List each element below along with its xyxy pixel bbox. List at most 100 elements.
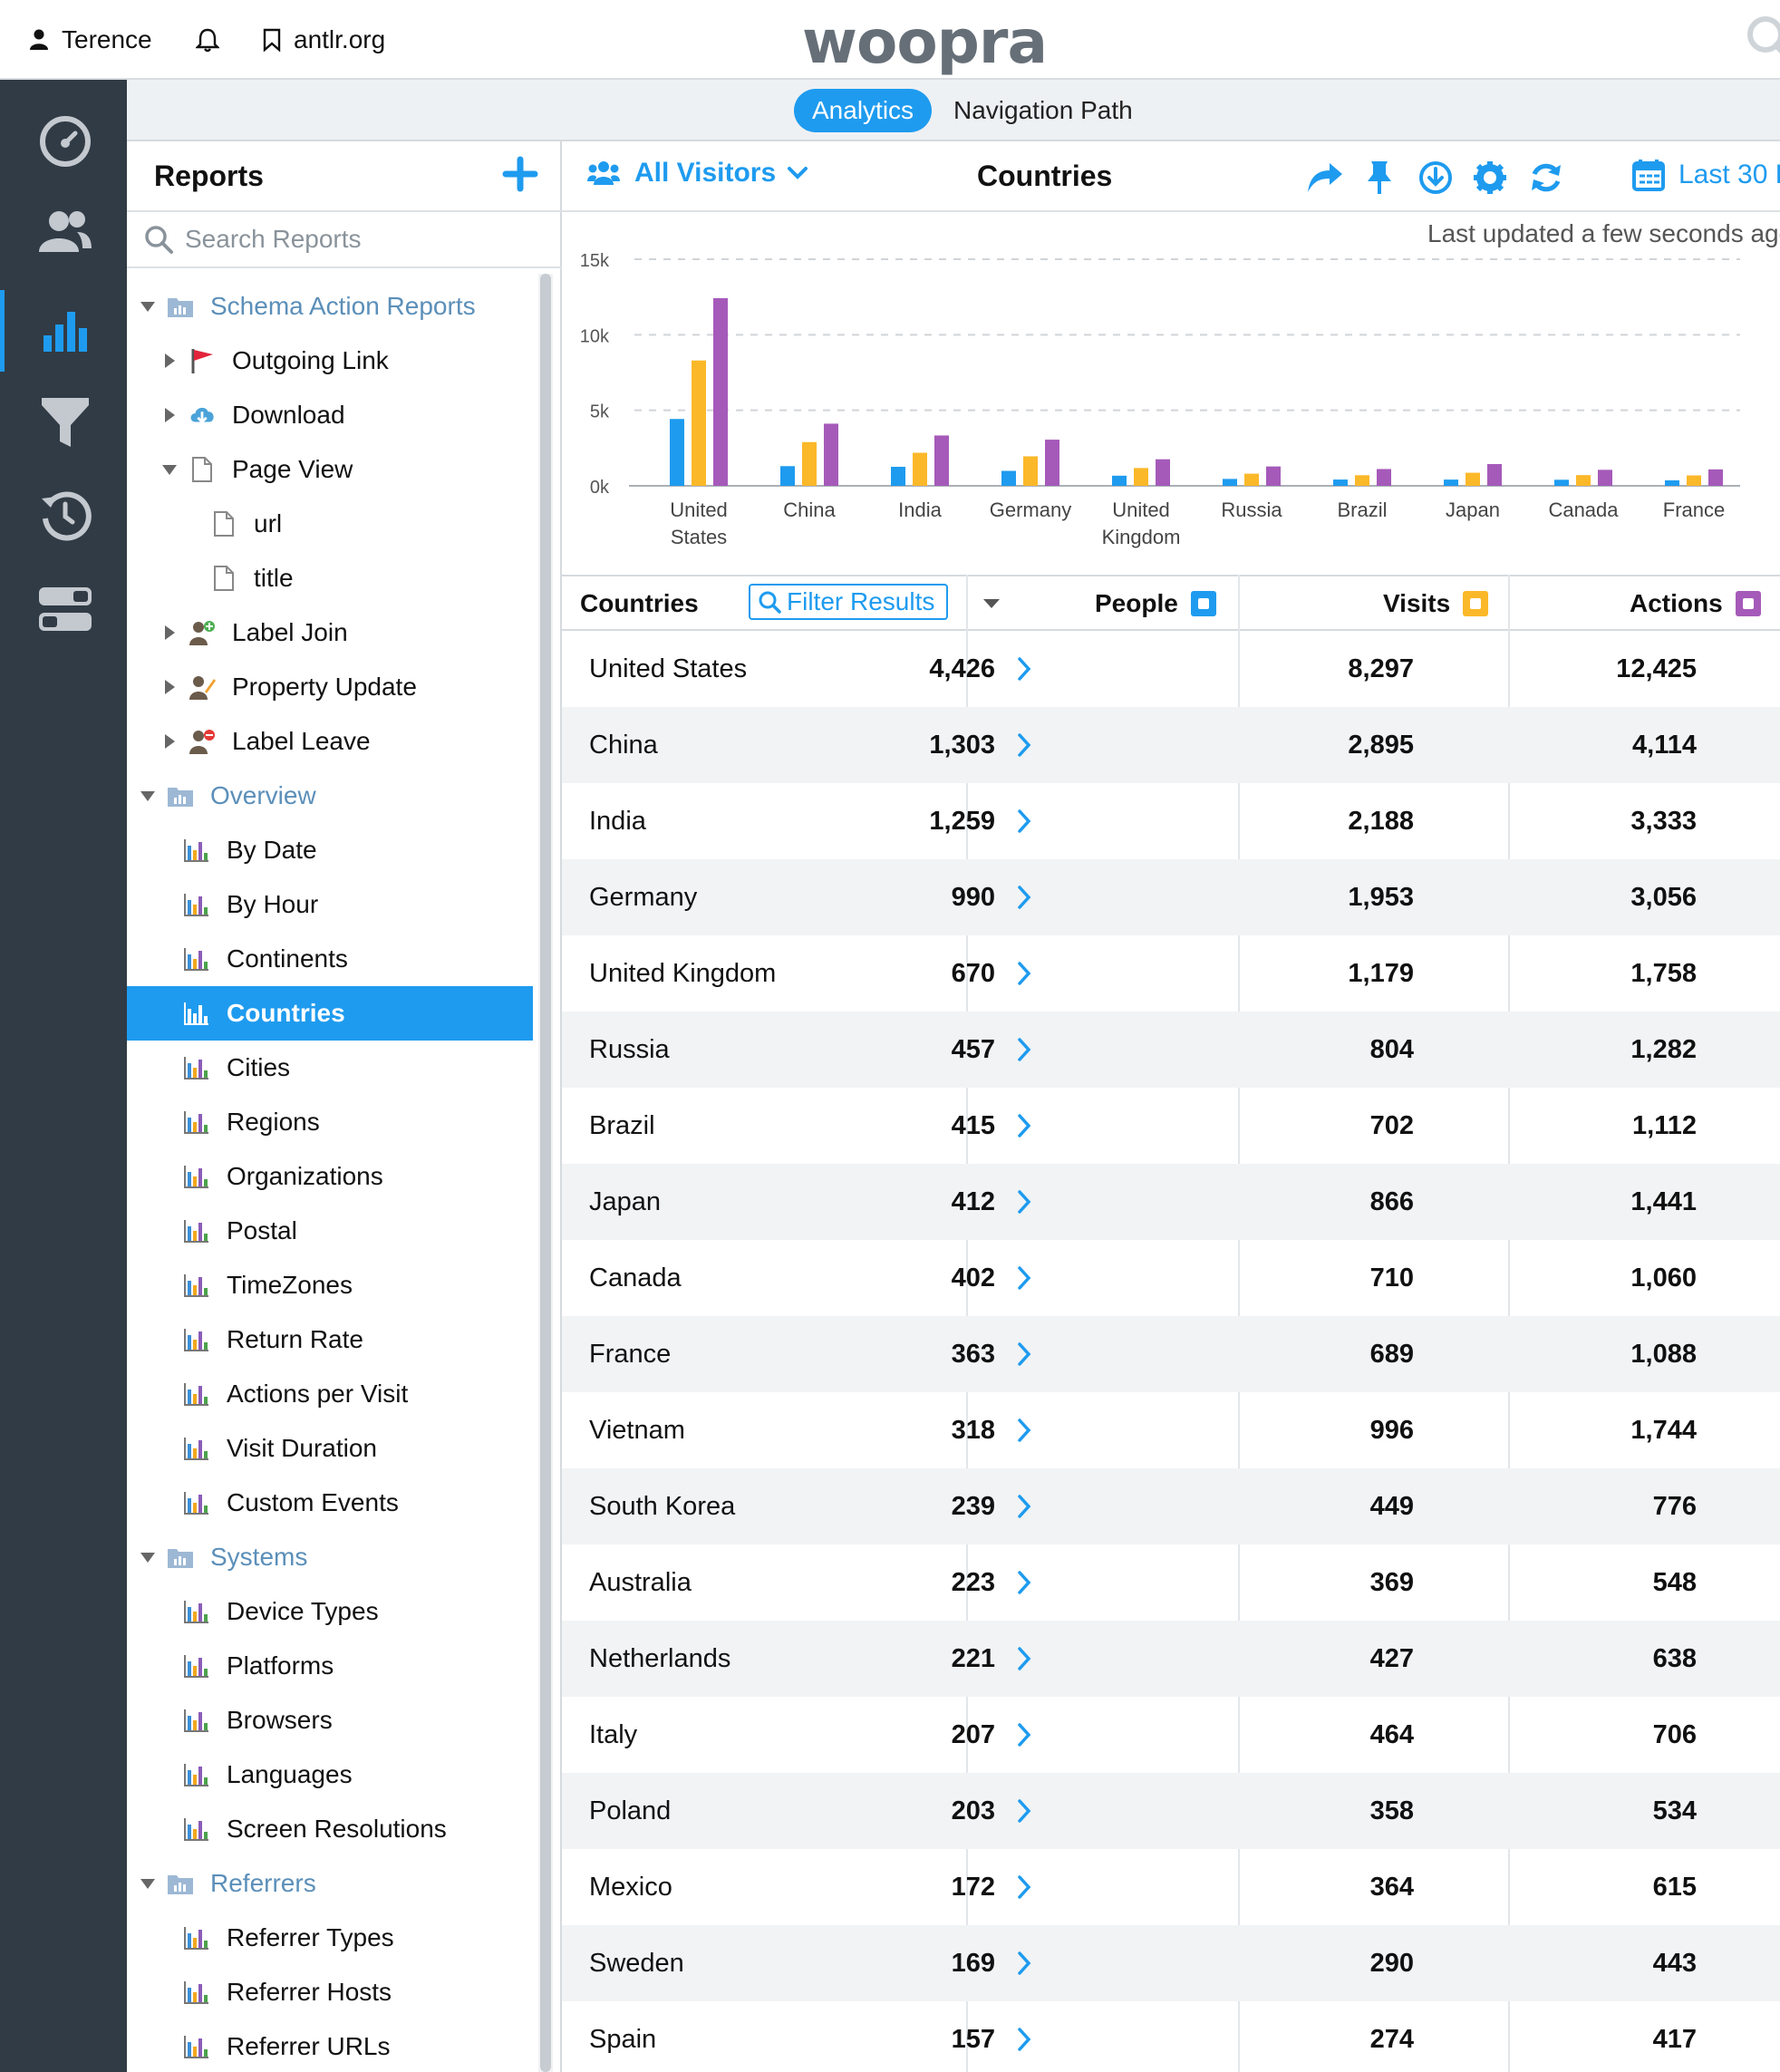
table-row[interactable]: Australia 223 369 548 [562,1544,1780,1621]
tab-analytics[interactable]: Analytics [794,89,933,132]
chart-bar-actions[interactable] [713,297,728,486]
notifications-button[interactable] [196,22,232,58]
chart-bar-actions[interactable] [824,423,838,486]
tree-item-by-hour[interactable]: By Hour [127,877,533,932]
tree-item-regions[interactable]: Regions [127,1095,533,1149]
date-range-picker[interactable]: Last 30 Days [1631,158,1780,192]
chart-bar-visits[interactable] [913,452,927,486]
table-row[interactable]: Spain 157 274 417 [562,2001,1780,2072]
table-row[interactable]: Russia 457 804 1,282 [562,1012,1780,1088]
search-reports-input[interactable] [185,225,529,254]
country-name[interactable]: Sweden [589,1925,684,2001]
chart-bar-visits[interactable] [1576,475,1591,486]
chart-bar-visits[interactable] [1687,475,1701,486]
chart-bar-people[interactable] [1001,470,1016,487]
caret-right-icon[interactable] [161,353,178,369]
country-name[interactable]: France [589,1316,671,1392]
tree-item-outgoing-link[interactable]: Outgoing Link [127,334,533,388]
table-row[interactable]: Japan 412 866 1,441 [562,1164,1780,1240]
tree-item-page-view[interactable]: Page View [127,442,533,497]
chart-bar-people[interactable] [1554,479,1569,486]
share-button[interactable] [1305,158,1345,198]
chart-bar-actions[interactable] [1708,469,1723,486]
chart-bar-actions[interactable] [1156,459,1170,486]
chart-bar-actions[interactable] [1377,469,1391,486]
chevron-right-icon[interactable] [1015,1265,1033,1291]
rail-people[interactable] [36,203,94,261]
caret-down-icon[interactable] [161,461,178,478]
chart-bar-people[interactable] [1665,479,1679,486]
actions-series-toggle[interactable] [1735,591,1761,616]
tree-item-referrer-types[interactable]: Referrer Types [127,1911,533,1965]
table-row[interactable]: Germany 990 1,953 3,056 [562,859,1780,935]
tree-item-actions-per-visit[interactable]: Actions per Visit [127,1367,533,1421]
column-visits[interactable]: Visits [1383,576,1489,631]
chart-bar-actions[interactable] [1598,470,1612,486]
country-name[interactable]: Canada [589,1240,682,1316]
chevron-right-icon[interactable] [1015,1341,1033,1367]
tree-item-organizations[interactable]: Organizations [127,1149,533,1204]
chevron-right-icon[interactable] [1015,1037,1033,1062]
country-name[interactable]: Australia [589,1544,692,1621]
chevron-right-icon[interactable] [1015,808,1033,834]
tree-item-property-update[interactable]: Property Update [127,660,533,714]
table-row[interactable]: China 1,303 2,895 4,114 [562,707,1780,783]
reports-scrollbar-thumb[interactable] [540,274,551,2072]
chart-bar-people[interactable] [1223,479,1237,486]
tree-item-languages[interactable]: Languages [127,1748,533,1802]
chart-bar-people[interactable] [780,466,795,486]
tree-item-browsers[interactable]: Browsers [127,1693,533,1748]
country-name[interactable]: China [589,707,658,783]
rail-funnels[interactable] [36,393,94,451]
country-name[interactable]: Japan [589,1164,661,1240]
column-countries[interactable]: Countries [580,576,699,631]
chevron-right-icon[interactable] [1015,1418,1033,1443]
country-name[interactable]: Vietnam [589,1392,685,1468]
country-name[interactable]: Mexico [589,1849,672,1925]
refresh-button[interactable] [1526,158,1566,198]
tree-item-custom-events[interactable]: Custom Events [127,1476,533,1530]
column-people[interactable]: People [1095,576,1216,631]
chart-bar-actions[interactable] [1266,466,1281,486]
people-series-toggle[interactable] [1190,591,1216,616]
chart-bar-people[interactable] [1333,479,1348,486]
chart-bar-actions[interactable] [1045,440,1059,486]
chevron-right-icon[interactable] [1015,1951,1033,1976]
country-name[interactable]: India [589,783,646,859]
settings-button[interactable] [1470,158,1510,198]
table-row[interactable]: Canada 402 710 1,060 [562,1240,1780,1316]
chart-bar-people[interactable] [1112,475,1127,486]
rail-analytics[interactable] [36,301,94,359]
country-name[interactable]: United Kingdom [589,935,776,1012]
sort-toggle[interactable] [982,576,1001,631]
table-row[interactable]: India 1,259 2,188 3,333 [562,783,1780,859]
visits-series-toggle[interactable] [1463,591,1489,616]
tree-item-continents[interactable]: Continents [127,932,533,986]
table-row[interactable]: Vietnam 318 996 1,744 [562,1392,1780,1468]
export-button[interactable] [1416,158,1456,198]
chart-bar-actions[interactable] [934,435,949,486]
tree-item-label-join[interactable]: Label Join [127,605,533,660]
table-row[interactable]: Mexico 172 364 615 [562,1849,1780,1925]
country-name[interactable]: Germany [589,859,697,935]
tree-item-platforms[interactable]: Platforms [127,1639,533,1693]
country-name[interactable]: Spain [589,2001,656,2072]
country-name[interactable]: Italy [589,1697,637,1773]
tree-item-referrer-hosts[interactable]: Referrer Hosts [127,1965,533,2019]
tree-item-screen-resolutions[interactable]: Screen Resolutions [127,1802,533,1856]
country-name[interactable]: Brazil [589,1088,655,1164]
user-menu[interactable]: Terence [29,22,152,58]
rail-dashboard[interactable] [36,112,94,170]
table-row[interactable]: Netherlands 221 427 638 [562,1621,1780,1697]
chevron-right-icon[interactable] [1015,961,1033,986]
table-row[interactable]: United Kingdom 670 1,179 1,758 [562,935,1780,1012]
chevron-right-icon[interactable] [1015,885,1033,910]
table-row[interactable]: France 363 689 1,088 [562,1316,1780,1392]
table-row[interactable]: Brazil 415 702 1,112 [562,1088,1780,1164]
caret-down-icon[interactable] [140,788,156,804]
tree-group-systems[interactable]: Systems [127,1530,533,1584]
chart-bar-visits[interactable] [692,360,706,486]
chevron-right-icon[interactable] [1015,1798,1033,1824]
column-actions[interactable]: Actions [1630,576,1761,631]
tree-item-device-types[interactable]: Device Types [127,1584,533,1639]
